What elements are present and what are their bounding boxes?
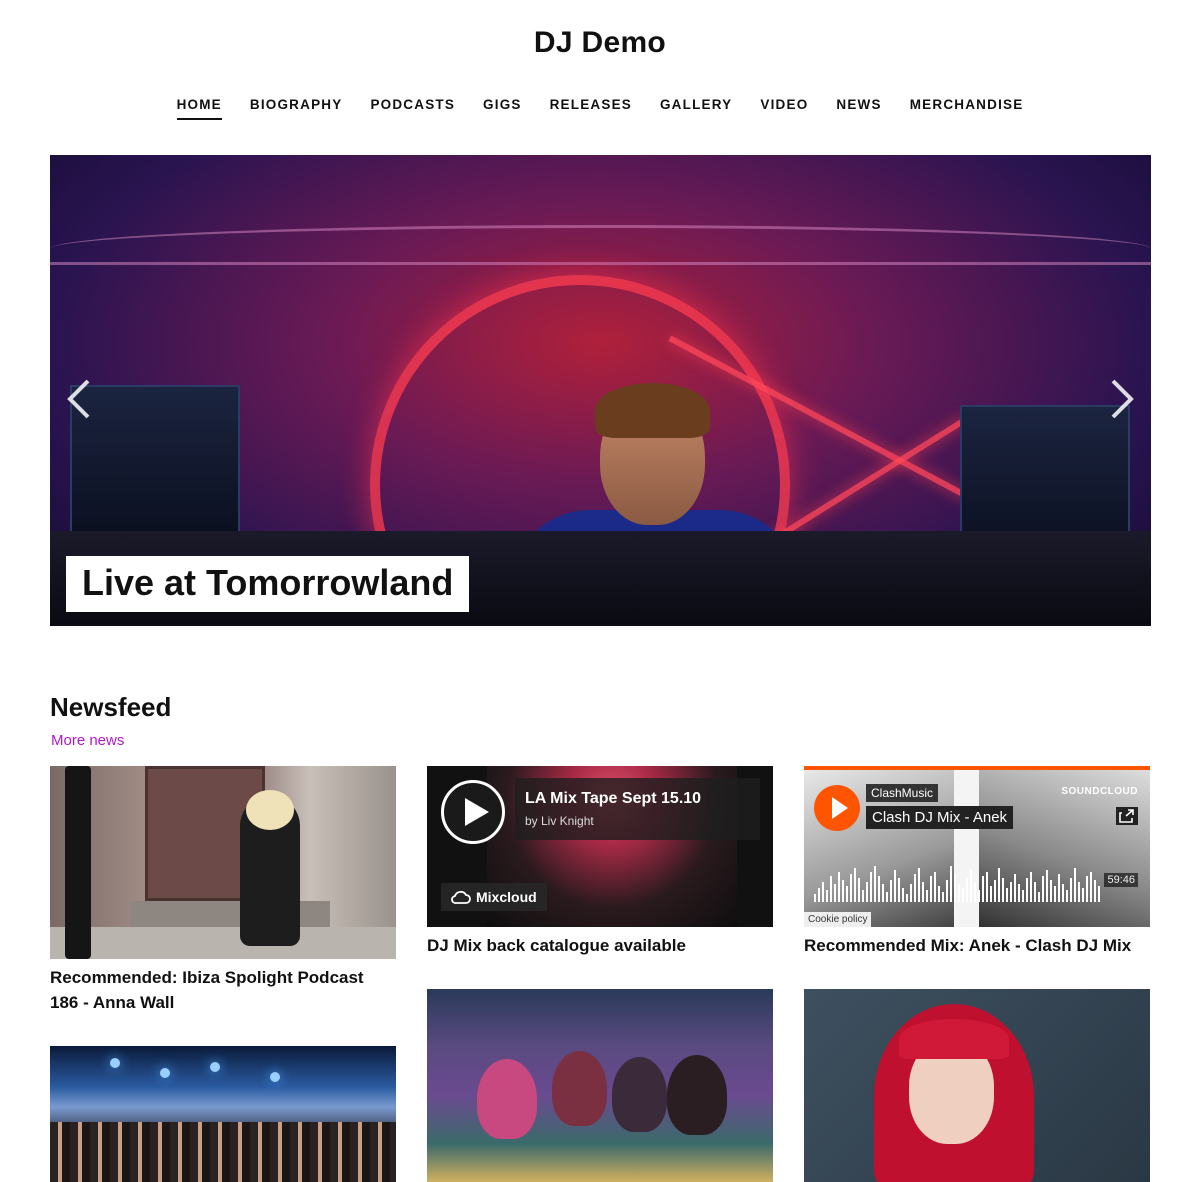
- chevron-left-icon[interactable]: [64, 377, 94, 421]
- hero-caption[interactable]: Live at Tomorrowland: [66, 556, 470, 612]
- newsfeed-title: Newsfeed: [50, 692, 172, 722]
- news-card-title[interactable]: Recommended: Ibiza Spolight Podcast 186 …: [50, 965, 396, 1015]
- mixcloud-embed[interactable]: LA Mix Tape Sept 15.10 by Liv Knight Mix…: [427, 766, 773, 927]
- mixcloud-logo[interactable]: Mixcloud: [441, 883, 547, 911]
- news-card-title[interactable]: DJ Mix back catalogue available: [427, 933, 773, 958]
- more-news-link[interactable]: More news: [51, 732, 124, 749]
- person: [477, 1059, 537, 1139]
- dj-hair: [595, 383, 710, 438]
- soundcloud-logo[interactable]: SOUNDCLOUD: [1061, 786, 1138, 797]
- news-card-image[interactable]: [50, 1046, 396, 1182]
- person: [667, 1055, 727, 1135]
- soundcloud-embed[interactable]: ClashMusic Clash DJ Mix - Anek SOUNDCLOU…: [804, 766, 1150, 927]
- stage-light: [110, 1058, 120, 1068]
- main-nav: HOME BIOGRAPHY PODCASTS GIGS RELEASES GA…: [0, 97, 1200, 120]
- site-title[interactable]: DJ Demo: [0, 26, 1200, 60]
- chevron-right-icon[interactable]: [1107, 377, 1137, 421]
- stage-light: [160, 1068, 170, 1078]
- cloud-icon: [451, 890, 471, 904]
- play-icon[interactable]: [814, 785, 860, 831]
- soundcloud-user[interactable]: ClashMusic: [866, 784, 939, 802]
- soundcloud-track-title[interactable]: Clash DJ Mix - Anek: [866, 806, 1014, 829]
- person: [552, 1051, 607, 1126]
- person-hair: [246, 790, 294, 830]
- nav-video[interactable]: VIDEO: [760, 97, 808, 120]
- stage-truss: [50, 225, 1151, 265]
- nav-news[interactable]: NEWS: [836, 97, 881, 120]
- share-icon[interactable]: [1116, 807, 1138, 825]
- ground: [50, 927, 396, 959]
- mixcloud-label: Mixcloud: [476, 889, 537, 905]
- nav-home[interactable]: HOME: [176, 97, 222, 120]
- bollard: [65, 766, 91, 959]
- news-card-title[interactable]: Recommended Mix: Anek - Clash DJ Mix: [804, 933, 1150, 958]
- nav-biography[interactable]: BIOGRAPHY: [250, 97, 343, 120]
- play-icon[interactable]: [441, 780, 505, 844]
- nav-podcasts[interactable]: PODCASTS: [370, 97, 455, 120]
- hero-slider[interactable]: Live at Tomorrowland: [50, 155, 1151, 626]
- mixcloud-byline[interactable]: by Liv Knight: [525, 814, 594, 828]
- speaker-left: [70, 385, 240, 535]
- waveform[interactable]: [814, 862, 1140, 902]
- cookie-policy-link[interactable]: Cookie policy: [804, 912, 872, 927]
- person: [612, 1057, 667, 1132]
- nav-gallery[interactable]: GALLERY: [660, 97, 732, 120]
- news-card-image[interactable]: [427, 989, 773, 1182]
- stage-light: [270, 1072, 280, 1082]
- news-card-image[interactable]: [804, 989, 1150, 1182]
- nav-merchandise[interactable]: MERCHANDISE: [910, 97, 1024, 120]
- nav-releases[interactable]: RELEASES: [550, 97, 632, 120]
- stage-light: [210, 1062, 220, 1072]
- mixcloud-track-title[interactable]: LA Mix Tape Sept 15.10: [525, 790, 701, 808]
- news-card-image[interactable]: [50, 766, 396, 959]
- soundcloud-duration: 59:46: [1104, 873, 1138, 887]
- embed-overlay: [515, 778, 760, 840]
- person-fringe: [899, 1019, 1009, 1059]
- crowd: [50, 1122, 396, 1182]
- nav-gigs[interactable]: GIGS: [483, 97, 522, 120]
